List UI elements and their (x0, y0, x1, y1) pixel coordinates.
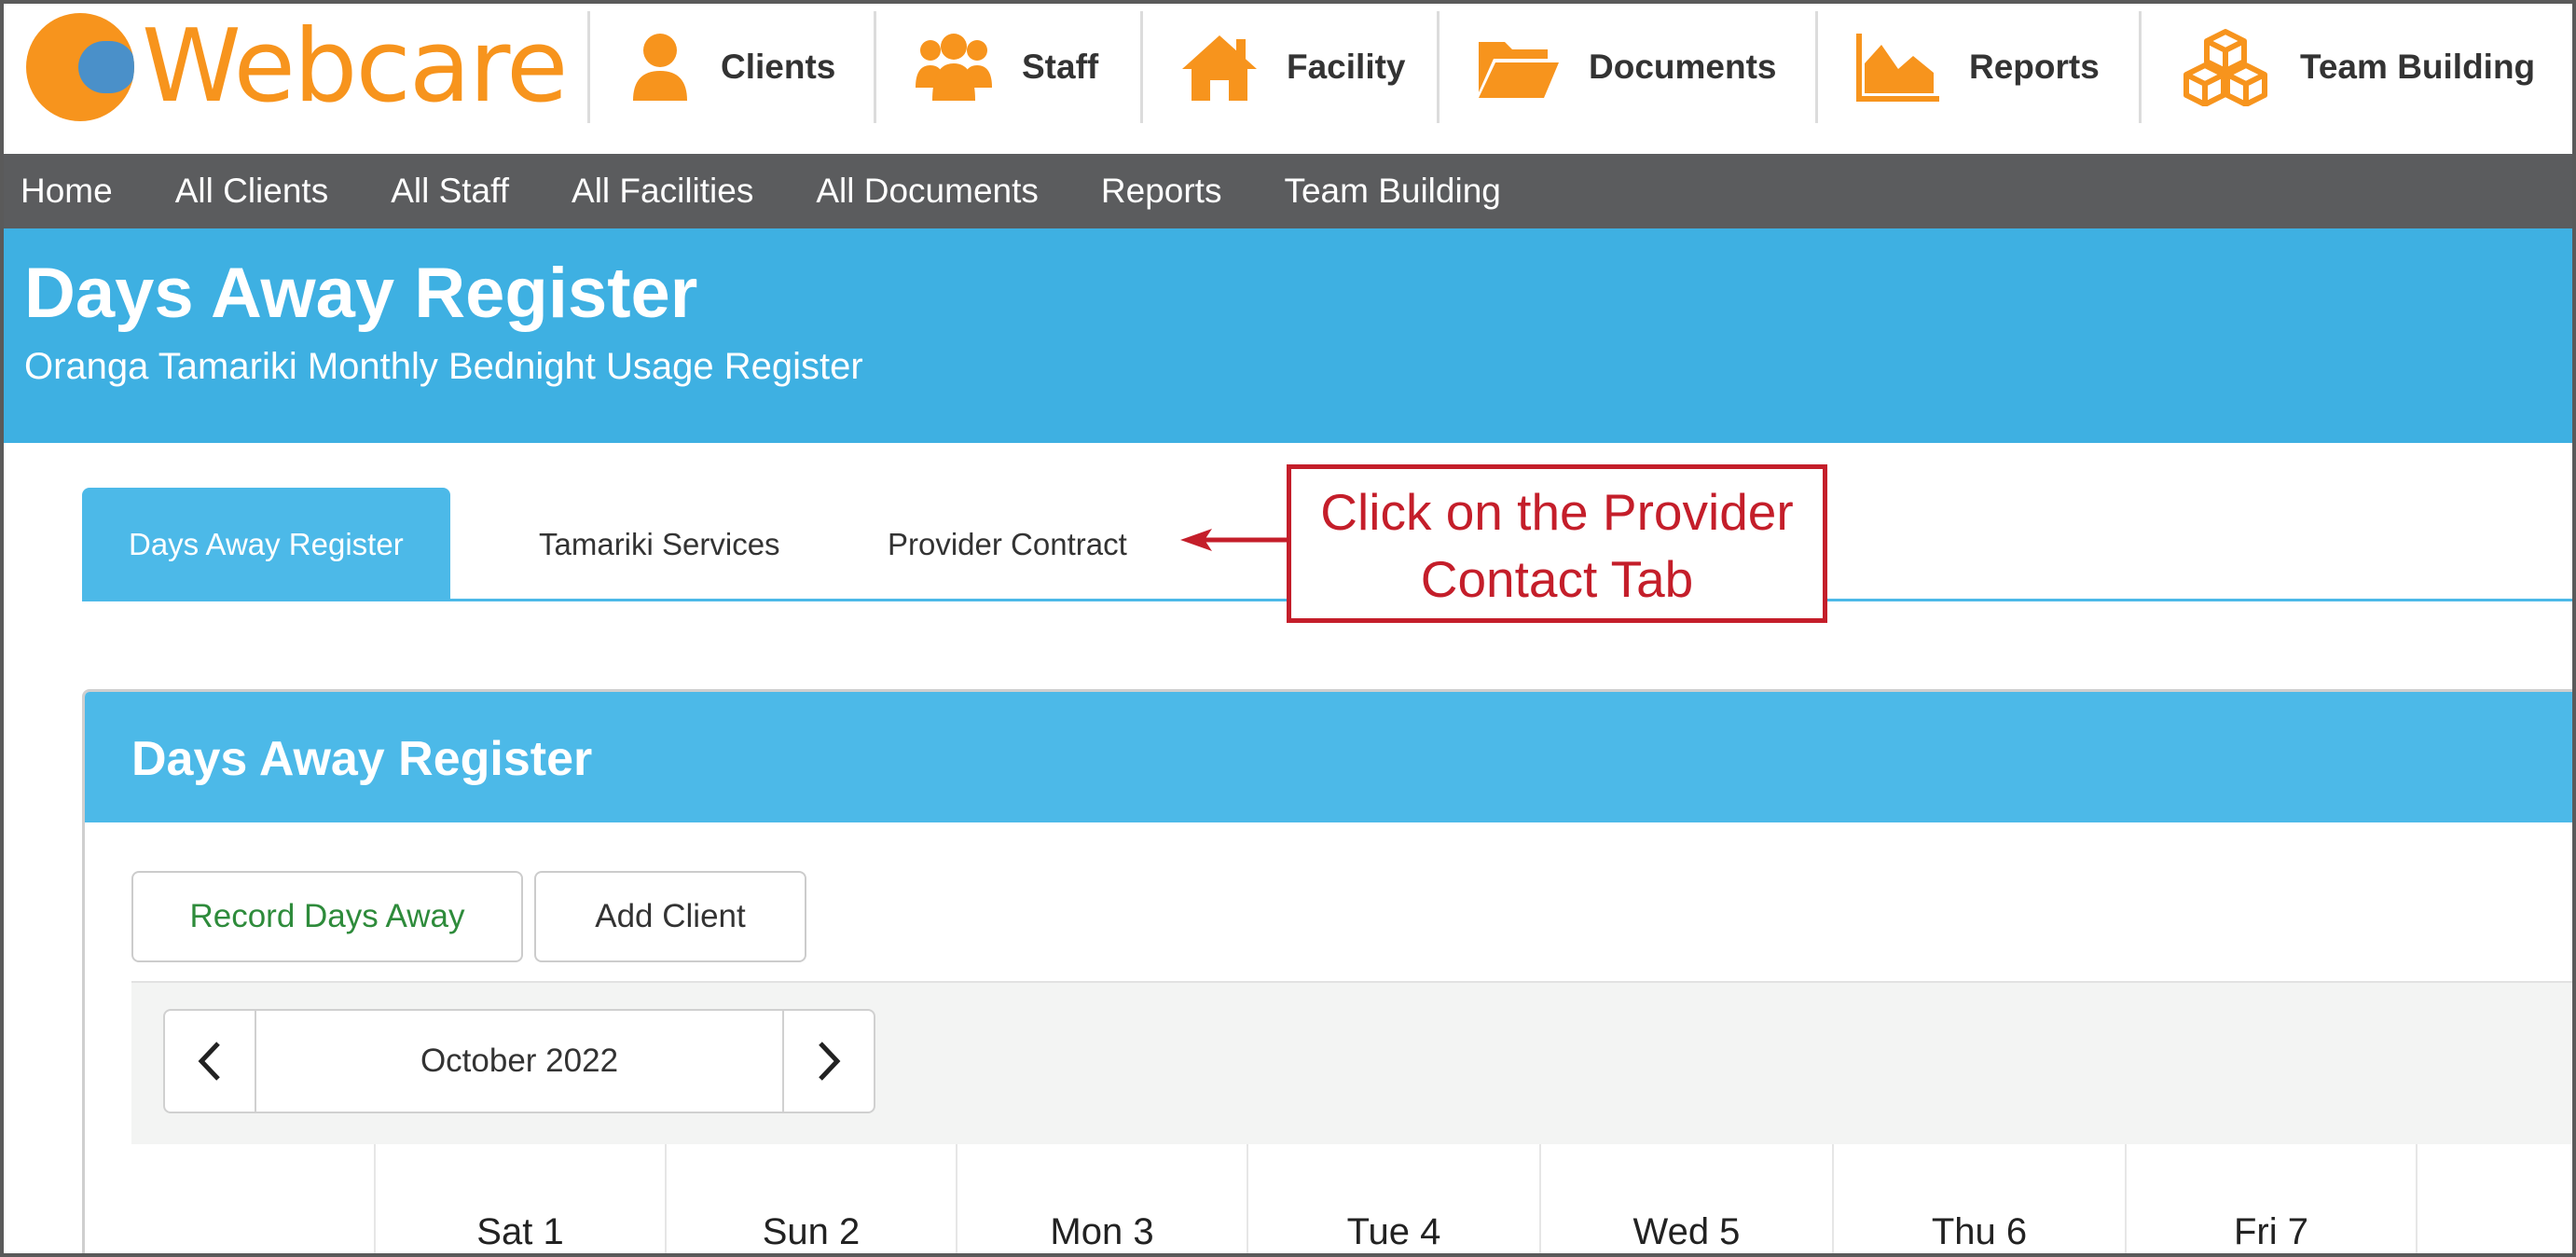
day-header: Sun 2 (762, 1211, 861, 1252)
page-title: Days Away Register (24, 254, 698, 333)
day-header: Mon 3 (1050, 1211, 1154, 1252)
module-label: Documents (1589, 48, 1777, 86)
day-header: Sat 1 (476, 1211, 564, 1252)
folder-icon (1477, 35, 1561, 100)
add-client-button[interactable]: Add Client (534, 871, 806, 962)
record-days-away-button[interactable]: Record Days Away (131, 871, 523, 962)
day-column: Fri 7 (2125, 1144, 2416, 1253)
tab-days-away-register[interactable]: Days Away Register (82, 488, 450, 601)
month-navigator: October 2022 (163, 1009, 875, 1113)
chevron-left-icon (198, 1042, 220, 1081)
panel-header: Days Away Register (85, 692, 2572, 822)
day-header: Fri 7 (2234, 1211, 2308, 1252)
prev-month-button[interactable] (165, 1011, 255, 1112)
module-label: Clients (721, 48, 836, 86)
day-column: Mon 3 (956, 1144, 1247, 1253)
annotation-arrow-icon (1180, 529, 1290, 551)
module-reports[interactable]: Reports (1815, 11, 2139, 123)
day-column (2416, 1144, 2572, 1253)
module-label: Team Building (2300, 48, 2536, 86)
house-icon (1180, 30, 1259, 104)
annotation-callout: Click on the Provider Contact Tab (1287, 464, 1827, 623)
annotation-line-2: Contact Tab (1420, 550, 1694, 608)
tab-tamariki-services[interactable]: Tamariki Services (539, 488, 780, 601)
nav-all-staff[interactable]: All Staff (391, 172, 509, 211)
page-header: Days Away Register Oranga Tamariki Month… (4, 228, 2572, 443)
nav-team-building[interactable]: Team Building (1284, 172, 1500, 211)
boxes-icon (2179, 28, 2272, 106)
module-team-building[interactable]: Team Building (2139, 11, 2572, 123)
nav-home[interactable]: Home (21, 172, 113, 211)
day-header: Thu 6 (1931, 1211, 2028, 1252)
current-month: October 2022 (255, 1011, 784, 1112)
calendar-grid: Sat 1 Sun 2 Mon 3 Tue 4 Wed 5 Thu 6 Fri … (131, 1144, 2572, 1253)
module-label: Staff (1022, 48, 1099, 86)
module-staff[interactable]: Staff (874, 11, 1140, 123)
module-label: Facility (1287, 48, 1406, 86)
module-clients[interactable]: Clients (587, 11, 874, 123)
day-header: Tue 4 (1346, 1211, 1441, 1252)
module-facility[interactable]: Facility (1140, 11, 1437, 123)
page-subtitle: Oranga Tamariki Monthly Bednight Usage R… (24, 346, 863, 387)
day-header: Wed 5 (1632, 1211, 1741, 1252)
nav-all-clients[interactable]: All Clients (175, 172, 329, 211)
tab-provider-contract[interactable]: Provider Contract (888, 488, 1127, 601)
days-away-panel: Days Away Register Record Days Away Add … (82, 689, 2572, 1253)
app-window: Webcare Clients Staff Facility Documents… (0, 0, 2576, 1257)
next-month-button[interactable] (784, 1011, 874, 1112)
main-nav: Home All Clients All Staff All Facilitie… (4, 154, 2572, 228)
nav-all-documents[interactable]: All Documents (816, 172, 1039, 211)
nav-all-facilities[interactable]: All Facilities (572, 172, 753, 211)
day-column: Sun 2 (665, 1144, 956, 1253)
day-column: Wed 5 (1539, 1144, 1832, 1253)
panel-title: Days Away Register (131, 732, 593, 786)
nav-reports[interactable]: Reports (1101, 172, 1222, 211)
day-column: Thu 6 (1832, 1144, 2125, 1253)
annotation-line-1: Click on the Provider (1320, 483, 1794, 541)
module-documents[interactable]: Documents (1437, 11, 1815, 123)
chevron-right-icon (819, 1042, 841, 1081)
module-bar: Clients Staff Facility Documents Reports… (587, 11, 2572, 123)
group-icon (914, 30, 994, 104)
logo-mark-icon (26, 13, 134, 121)
top-bar: Webcare Clients Staff Facility Documents… (4, 4, 2572, 154)
day-column: Sat 1 (374, 1144, 665, 1253)
brand-name: Webcare (142, 8, 568, 125)
webcare-logo[interactable]: Webcare (26, 8, 568, 125)
day-column: Tue 4 (1247, 1144, 1539, 1253)
person-icon (627, 30, 693, 104)
module-label: Reports (1969, 48, 2100, 86)
chart-icon (1855, 32, 1941, 103)
